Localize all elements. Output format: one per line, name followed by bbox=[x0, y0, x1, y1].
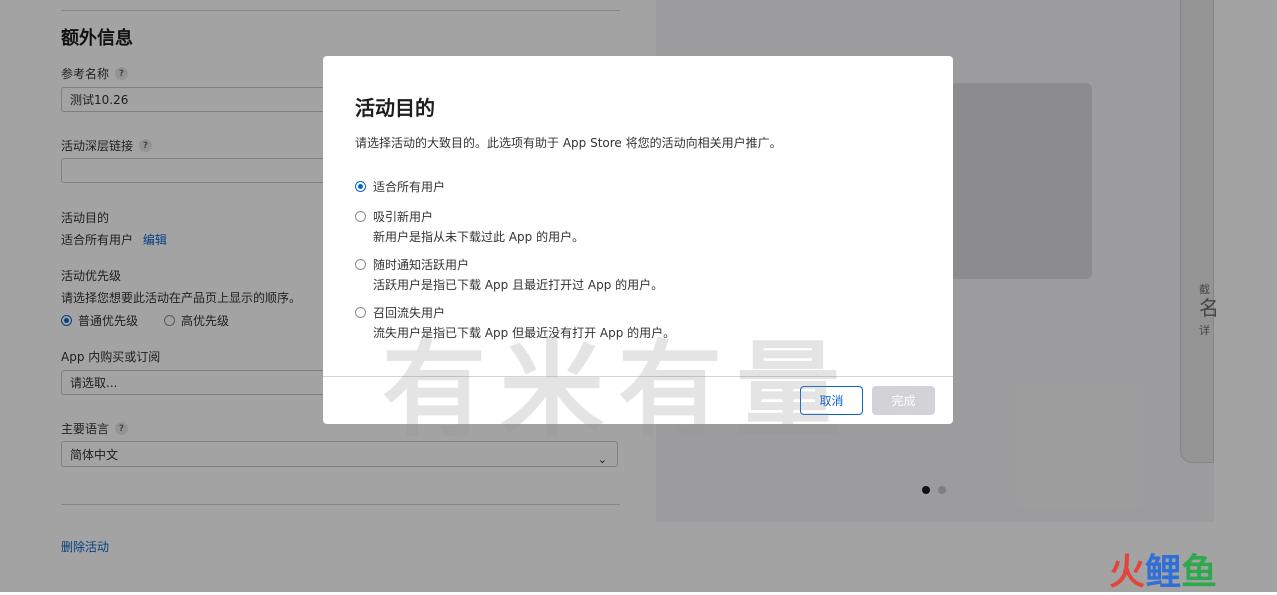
option-body: 适合所有用户 bbox=[373, 178, 445, 195]
watermark-corner-char: 火 bbox=[1109, 552, 1146, 593]
watermark-corner-char: 鱼 bbox=[1181, 552, 1218, 593]
option-label: 吸引新用户 bbox=[373, 210, 434, 224]
option-body: 随时通知活跃用户 活跃用户是指已下载 App 且最近打开过 App 的用户。 bbox=[373, 256, 663, 293]
option-label: 随时通知活跃用户 bbox=[373, 258, 470, 272]
radio-button[interactable] bbox=[355, 211, 366, 222]
watermark-center: 有米有量 bbox=[382, 329, 855, 451]
purpose-option-all-users[interactable]: 适合所有用户 bbox=[355, 178, 445, 195]
option-description: 活跃用户是指已下载 App 且最近打开过 App 的用户。 bbox=[373, 278, 664, 292]
option-label: 适合所有用户 bbox=[373, 180, 446, 194]
watermark-corner-char: 鲤 bbox=[1145, 552, 1182, 593]
modal-description: 请选择活动的大致目的。此选项有助于 App Store 将您的活动向相关用户推广… bbox=[355, 136, 782, 150]
modal-title: 活动目的 bbox=[355, 96, 435, 120]
page: 额外信息 参考名称 ? 测试10.26 活动深层链接 ? 活动目的 适合所有用户… bbox=[0, 0, 1277, 595]
radio-button[interactable] bbox=[355, 259, 366, 270]
radio-button[interactable] bbox=[355, 181, 366, 192]
purpose-option-new-users[interactable]: 吸引新用户 新用户是指从未下载过此 App 的用户。 bbox=[355, 208, 584, 245]
radio-button[interactable] bbox=[355, 307, 366, 318]
option-description: 新用户是指从未下载过此 App 的用户。 bbox=[373, 230, 585, 244]
done-button[interactable]: 完成 bbox=[872, 386, 935, 415]
option-body: 吸引新用户 新用户是指从未下载过此 App 的用户。 bbox=[373, 208, 584, 245]
purpose-option-active-users[interactable]: 随时通知活跃用户 活跃用户是指已下载 App 且最近打开过 App 的用户。 bbox=[355, 256, 663, 293]
watermark-corner: 火鲤鱼 bbox=[1109, 543, 1217, 595]
